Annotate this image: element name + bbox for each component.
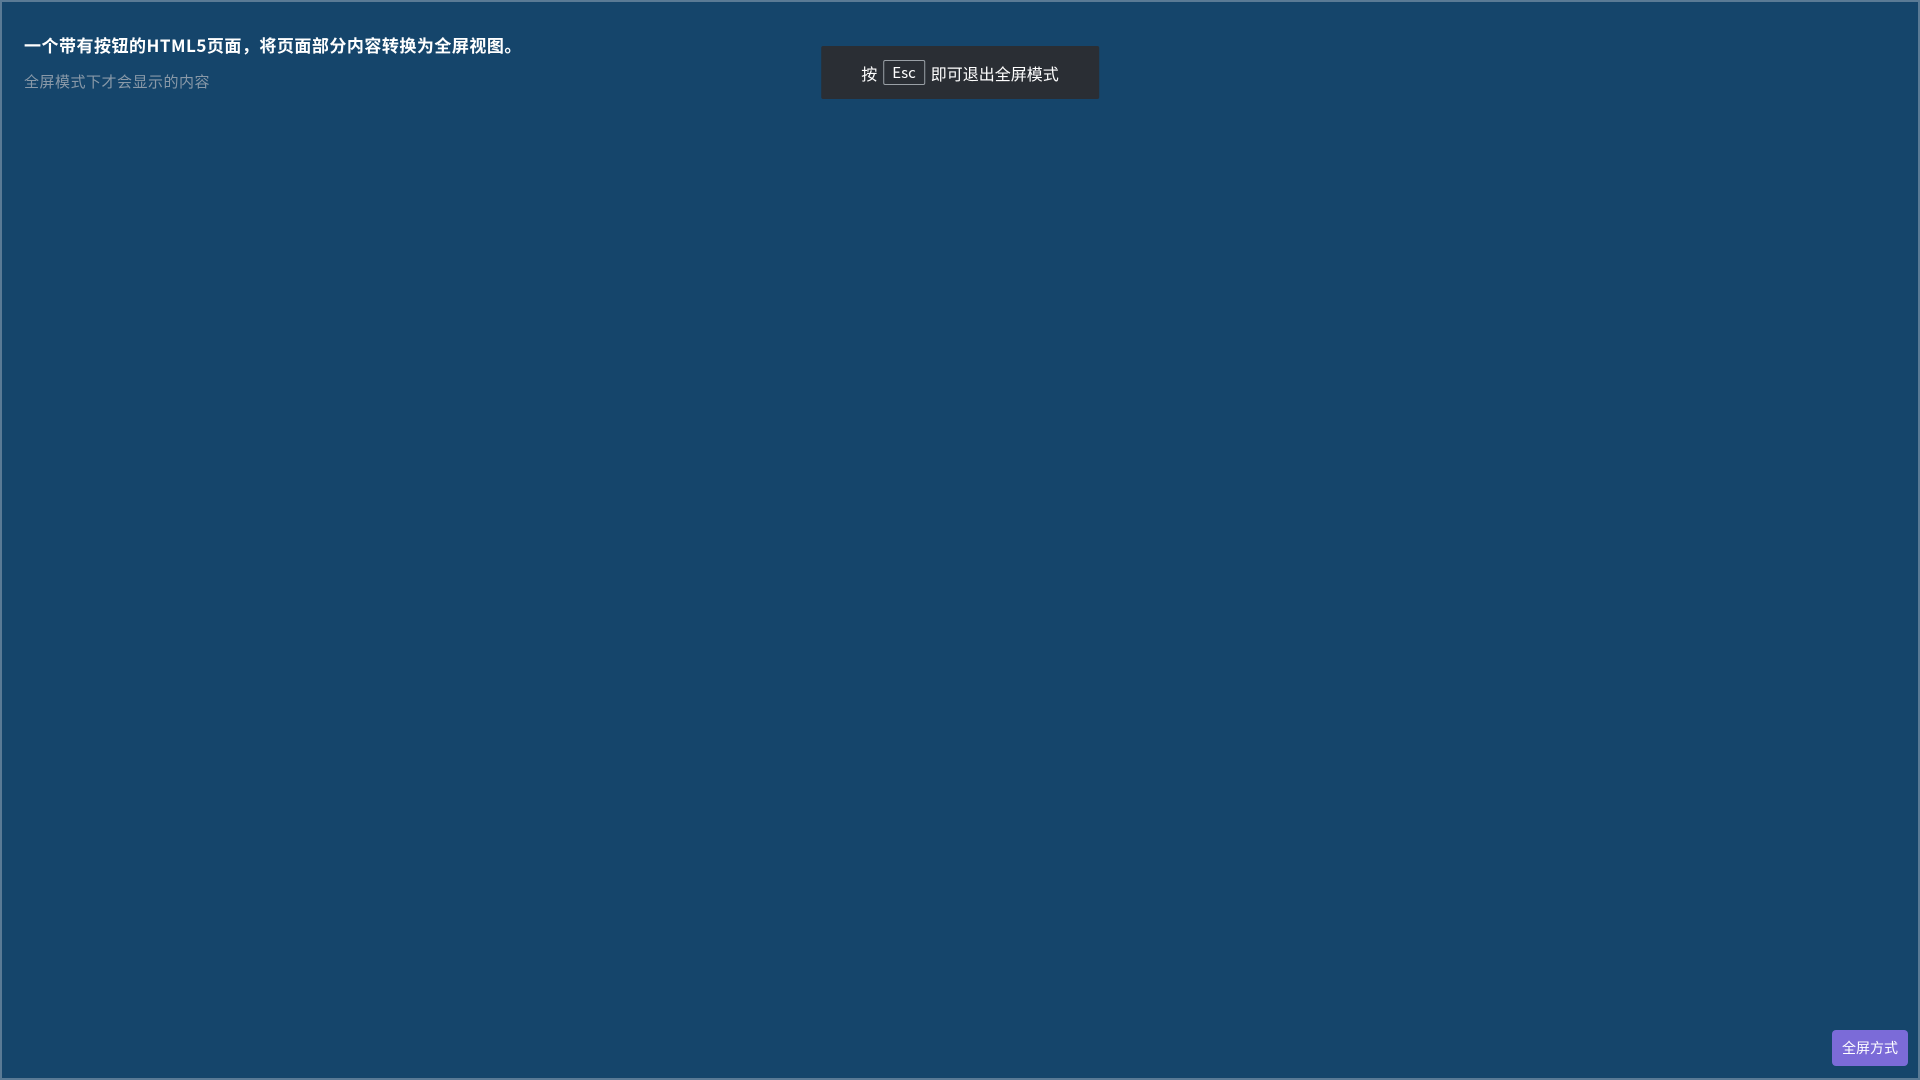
esc-key-icon: Esc [883, 60, 925, 85]
exit-fullscreen-toast: 按 Esc 即可退出全屏模式 [821, 46, 1099, 99]
fullscreen-button[interactable]: 全屏方式 [1832, 1030, 1908, 1066]
toast-text-before: 按 [861, 61, 877, 85]
toast-text-after: 即可退出全屏模式 [931, 61, 1059, 85]
